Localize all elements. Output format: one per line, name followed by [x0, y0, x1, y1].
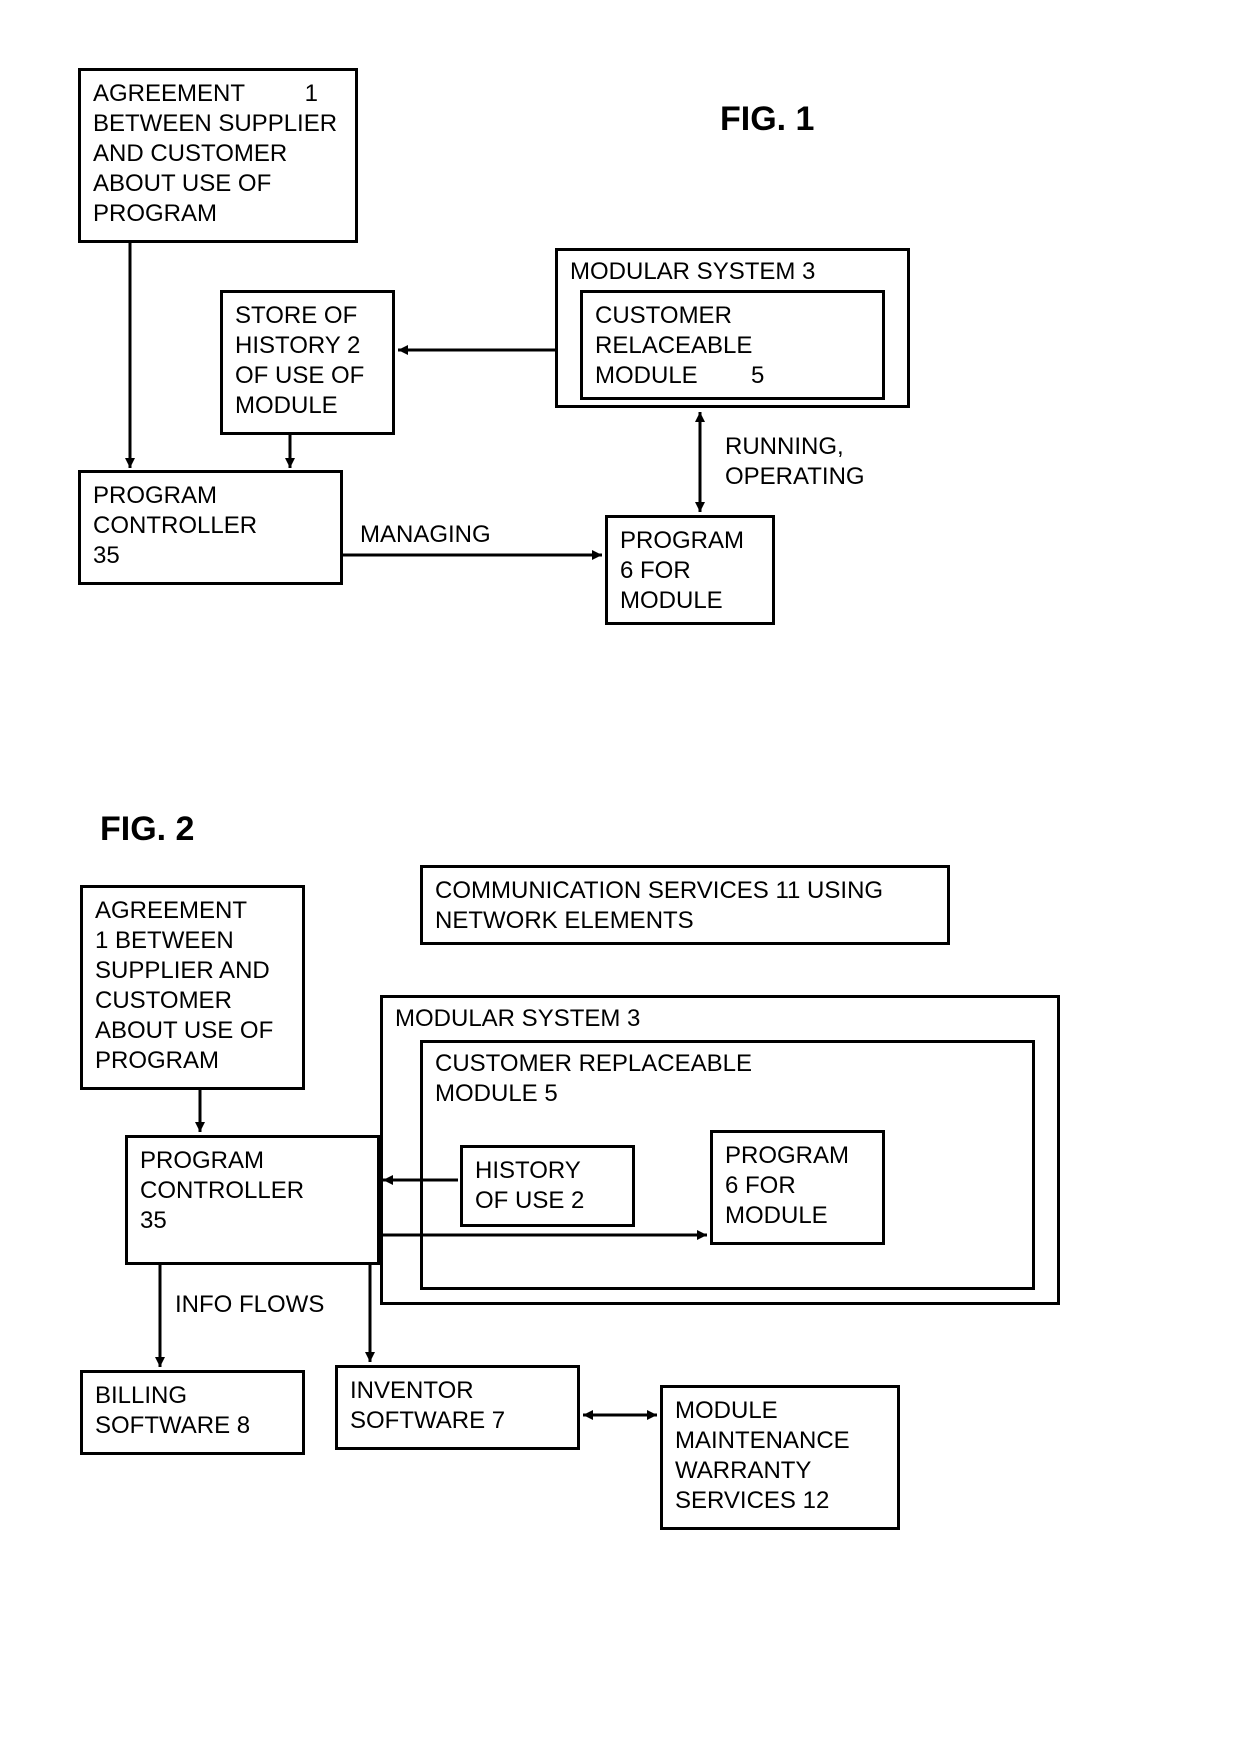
fig2-billing-box: BILLING SOFTWARE 8: [80, 1370, 305, 1455]
fig2-history-box: HISTORY OF USE 2: [460, 1145, 635, 1227]
fig2-inventor-box: INVENTOR SOFTWARE 7: [335, 1365, 580, 1450]
fig1-title: FIG. 1: [720, 100, 814, 139]
fig2-infoflows-label: INFO FLOWS: [175, 1290, 324, 1320]
fig1-managing-label: MANAGING: [360, 520, 491, 550]
fig2-program6-box: PROGRAM 6 FOR MODULE: [710, 1130, 885, 1245]
fig2-agreement-box: AGREEMENT 1 BETWEEN SUPPLIER AND CUSTOME…: [80, 885, 305, 1090]
fig1-controller-box: PROGRAM CONTROLLER 35: [78, 470, 343, 585]
fig1-crm-box: CUSTOMER RELACEABLE MODULE 5: [580, 290, 885, 400]
fig1-program6-box: PROGRAM 6 FOR MODULE: [605, 515, 775, 625]
fig1-modular-system-label: MODULAR SYSTEM 3: [570, 257, 895, 287]
fig1-running-label: RUNNING, OPERATING: [725, 432, 865, 492]
fig2-title: FIG. 2: [100, 810, 194, 849]
diagram-page: FIG. 1 AGREEMENT 1 BETWEEN SUPPLIER AND …: [0, 0, 1240, 1752]
fig2-controller-box: PROGRAM CONTROLLER 35: [125, 1135, 380, 1265]
fig2-modular-system-label: MODULAR SYSTEM 3: [395, 1004, 1045, 1034]
fig1-store-box: STORE OF HISTORY 2 OF USE OF MODULE: [220, 290, 395, 435]
fig2-comm-box: COMMUNICATION SERVICES 11 USING NETWORK …: [420, 865, 950, 945]
fig2-maint-box: MODULE MAINTENANCE WARRANTY SERVICES 12: [660, 1385, 900, 1530]
fig1-agreement-box: AGREEMENT 1 BETWEEN SUPPLIER AND CUSTOME…: [78, 68, 358, 243]
fig2-crm-label: CUSTOMER REPLACEABLE MODULE 5: [435, 1049, 1020, 1109]
